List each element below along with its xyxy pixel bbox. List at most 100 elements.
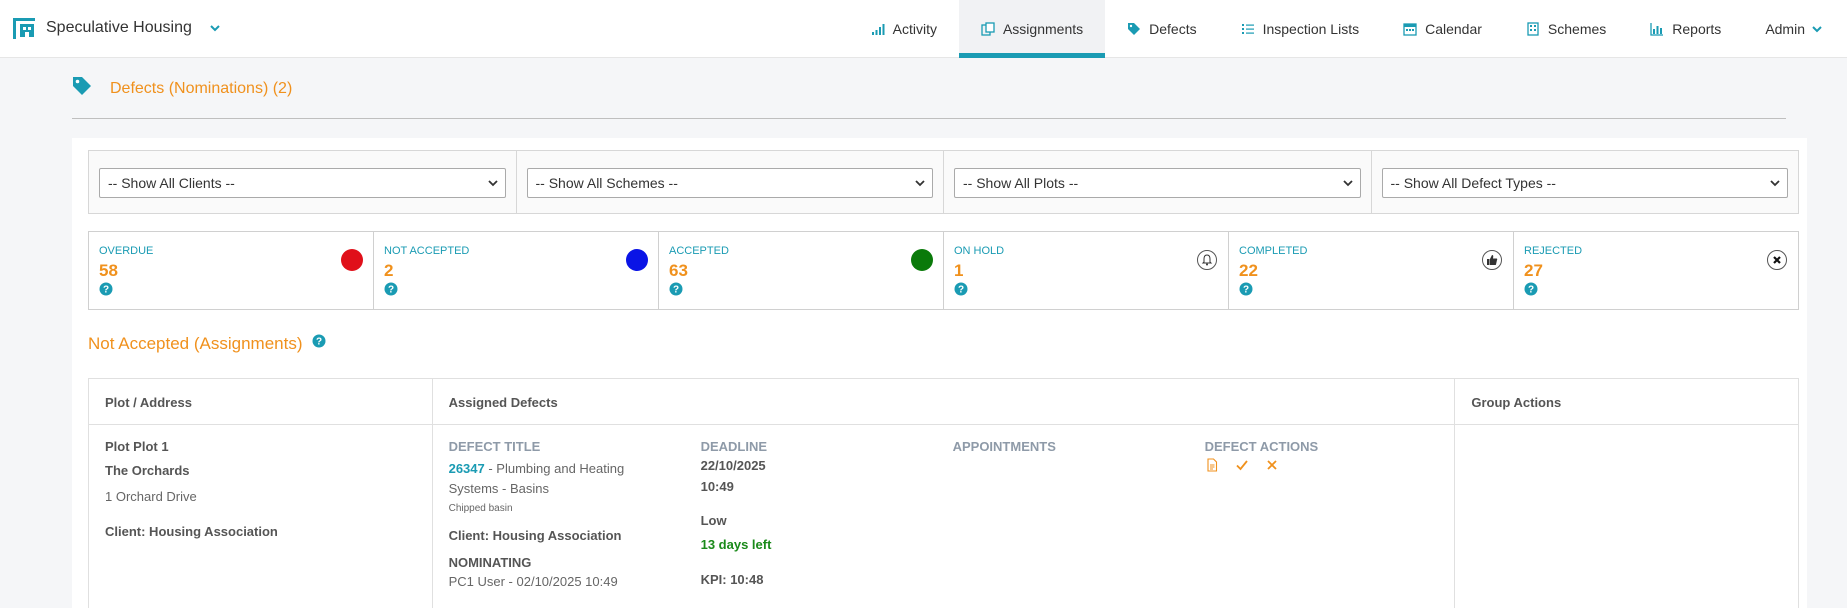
defect-id-link[interactable]: 26347 [449, 461, 485, 476]
svg-text:?: ? [103, 285, 109, 296]
nav-defects[interactable]: Defects [1105, 0, 1218, 58]
stat-not-accepted[interactable]: NOT ACCEPTED 2 ? [374, 232, 659, 309]
svg-text:?: ? [1528, 285, 1534, 296]
chevron-down-icon[interactable] [208, 21, 222, 35]
nominating-label: NOMINATING [448, 555, 532, 570]
nav-calendar[interactable]: Calendar [1381, 0, 1504, 58]
stat-label: OVERDUE [99, 245, 154, 257]
nav-admin-label: Admin [1765, 21, 1805, 37]
column-header: Group Actions [1471, 395, 1562, 410]
chevron-down-icon [1770, 180, 1780, 187]
clients-select[interactable]: -- Show All Clients -- [99, 168, 506, 198]
clients-select-value: -- Show All Clients -- [108, 175, 235, 191]
kpi: KPI: 10:48 [700, 572, 764, 587]
x-circle-icon [1767, 250, 1787, 270]
nav-schemes[interactable]: Schemes [1504, 0, 1628, 58]
stat-label: ON HOLD [954, 245, 1005, 257]
status-summary: OVERDUE 58 ? NOT ACCEPTED 2 ? ACCEPTED 6… [88, 231, 1799, 310]
table-header: Plot / Address Assigned Defects Group Ac… [89, 379, 1798, 425]
plot-name: Plot Plot 1 [105, 439, 169, 454]
plot-client: Client: Housing Association [105, 524, 278, 539]
defect-note: Chipped basin [448, 503, 513, 514]
nav-admin[interactable]: Admin [1743, 0, 1847, 58]
main-panel: -- Show All Clients -- -- Show All Schem… [72, 138, 1807, 608]
nav-reports[interactable]: Reports [1628, 0, 1743, 58]
nav-assignments[interactable]: Assignments [958, 0, 1106, 58]
assignments-icon [981, 22, 995, 36]
stat-completed[interactable]: COMPLETED 22 ? [1229, 232, 1514, 309]
defect-actions-label: DEFECT ACTIONS [1204, 439, 1319, 454]
document-icon[interactable] [1205, 458, 1219, 472]
filter-cell: -- Show All Clients -- [89, 151, 517, 213]
building-icon [1527, 22, 1539, 36]
stat-value: 22 [1239, 261, 1258, 280]
page-title: Defects (Nominations) (2) [110, 80, 293, 97]
stat-rejected[interactable]: REJECTED 27 ? [1514, 232, 1798, 309]
stat-label: NOT ACCEPTED [384, 245, 470, 257]
page-heading: Defects (Nominations) (2) [72, 74, 292, 98]
chevron-down-icon [1812, 26, 1822, 33]
column-header: Assigned Defects [433, 379, 1456, 424]
nav-activity[interactable]: Activity [849, 0, 959, 58]
calendar-icon [1403, 23, 1417, 36]
nav-inspection-lists-label: Inspection Lists [1262, 21, 1360, 37]
help-icon[interactable]: ? [312, 334, 326, 348]
svg-text:?: ? [1243, 285, 1249, 296]
filter-cell: -- Show All Plots -- [944, 151, 1372, 213]
defect-title: 26347 - Plumbing and Heating Systems - B… [449, 459, 649, 499]
help-icon[interactable]: ? [99, 282, 113, 296]
scheme-name: The Orchards [105, 463, 190, 478]
nominating-value: PC1 User - 02/10/2025 10:49 [448, 574, 618, 589]
house-sign-icon [13, 18, 35, 39]
list-icon [1241, 24, 1254, 34]
group-actions-cell [1455, 425, 1798, 608]
brand[interactable]: Speculative Housing [12, 10, 222, 46]
plot-cell: Plot Plot 1 The Orchards 1 Orchard Drive… [89, 425, 433, 608]
nav-schemes-label: Schemes [1547, 21, 1607, 37]
help-icon[interactable]: ? [954, 282, 968, 296]
help-icon[interactable]: ? [384, 282, 398, 296]
filter-cell: -- Show All Defect Types -- [1372, 151, 1799, 213]
help-icon[interactable]: ? [669, 282, 683, 296]
section-title: Not Accepted (Assignments) [88, 334, 303, 353]
plot-address: 1 Orchard Drive [105, 489, 197, 504]
stat-label: ACCEPTED [669, 245, 729, 257]
stat-on-hold[interactable]: ON HOLD 1 ? [944, 232, 1229, 309]
nav-assignments-label: Assignments [1002, 21, 1084, 37]
chevron-down-icon [1342, 180, 1353, 187]
nav-activity-label: Activity [892, 21, 937, 37]
nav-inspection-lists[interactable]: Inspection Lists [1219, 0, 1382, 58]
svg-text:?: ? [958, 285, 964, 296]
close-icon[interactable] [1265, 458, 1279, 472]
deadline-time: 10:49 [700, 479, 734, 494]
help-icon[interactable]: ? [1524, 282, 1538, 296]
nav-calendar-label: Calendar [1425, 21, 1482, 37]
help-icon[interactable]: ? [1239, 282, 1253, 296]
tag-icon [1128, 23, 1141, 35]
svg-text:?: ? [388, 285, 394, 296]
bar-chart-icon [1650, 23, 1664, 36]
svg-text:?: ? [673, 285, 679, 296]
thumbs-up-icon [1482, 250, 1502, 270]
stat-value: 63 [669, 261, 688, 280]
deadline-label: DEADLINE [700, 439, 768, 454]
top-navbar: Speculative Housing Activity Assignments… [0, 0, 1847, 58]
stat-accepted[interactable]: ACCEPTED 63 ? [659, 232, 944, 309]
activity-icon [871, 24, 885, 35]
filter-cell: -- Show All Schemes -- [517, 151, 944, 213]
divider [72, 118, 1786, 119]
defect-title-group: DEFECT TITLE 26347 - Plumbing and Heatin… [449, 439, 649, 589]
defect-types-select[interactable]: -- Show All Defect Types -- [1381, 168, 1788, 198]
check-icon[interactable] [1235, 458, 1249, 472]
priority: Low [700, 513, 727, 528]
stat-overdue[interactable]: OVERDUE 58 ? [89, 232, 374, 309]
plots-select[interactable]: -- Show All Plots -- [954, 168, 1361, 198]
deadline-date: 22/10/2025 [700, 458, 766, 473]
chevron-down-icon [487, 180, 498, 187]
schemes-select[interactable]: -- Show All Schemes -- [526, 168, 933, 198]
section-heading: Not Accepted (Assignments) ? [88, 334, 326, 354]
stat-label: COMPLETED [1239, 245, 1308, 257]
stat-value: 1 [954, 261, 964, 280]
plots-select-value: -- Show All Plots -- [963, 175, 1079, 191]
stat-label: REJECTED [1524, 245, 1583, 257]
